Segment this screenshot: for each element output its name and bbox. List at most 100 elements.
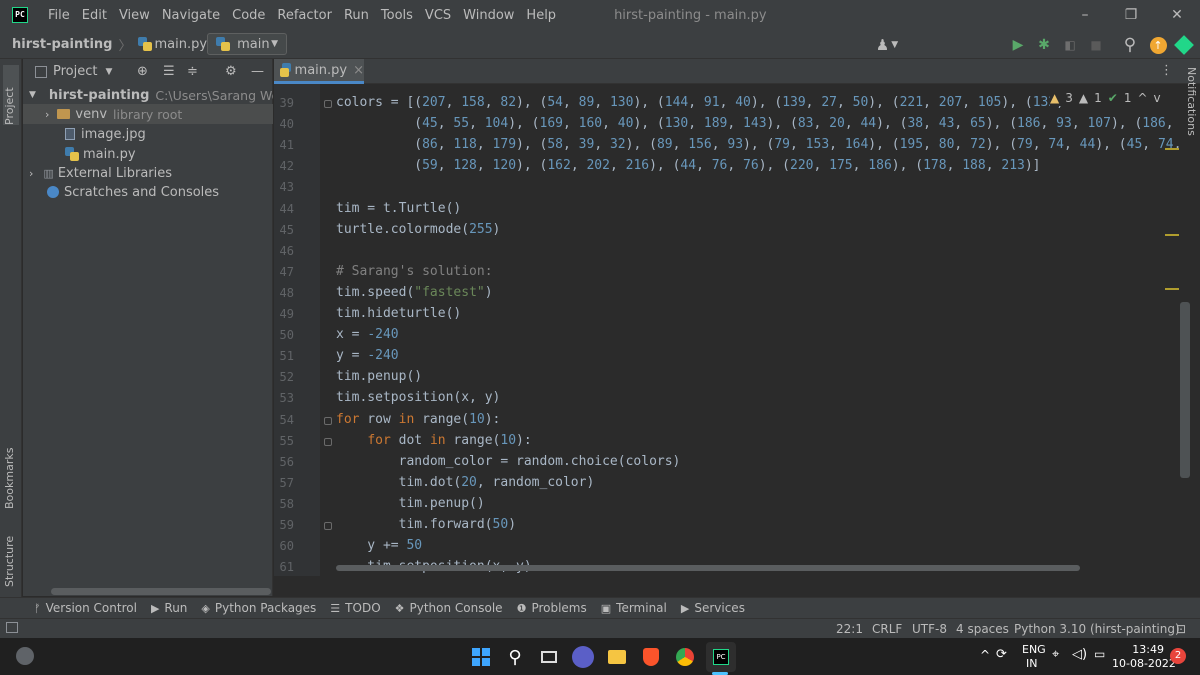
clock-date[interactable]: 10-08-2022 [1112, 657, 1176, 670]
network-icon[interactable]: ⌖ [1052, 647, 1059, 662]
user-icon[interactable]: ♟ ▼ [872, 35, 902, 55]
hide-panel-icon[interactable]: — [251, 64, 264, 79]
notifications-tool-tab[interactable]: Notifications [1182, 67, 1198, 153]
chat-icon[interactable] [572, 646, 594, 668]
tool-version-control[interactable]: ᚠ Version Control [34, 601, 137, 615]
breadcrumb-project[interactable]: hirst-painting [12, 37, 113, 52]
minimize-button[interactable]: – [1062, 0, 1108, 30]
sync-icon[interactable]: ⟳ [996, 647, 1007, 662]
error-stripe-mark[interactable] [1165, 148, 1179, 150]
tree-item-venv[interactable]: › venv library root [23, 104, 273, 124]
chevron-down-icon[interactable]: ▼ [105, 67, 112, 77]
update-icon[interactable]: ↑ [1148, 35, 1168, 55]
menu-file[interactable]: File [42, 8, 76, 23]
expand-all-icon[interactable]: ☰ [163, 64, 175, 79]
code-line[interactable]: colors = [(207, 158, 82), (54, 89, 130),… [336, 95, 1064, 110]
language-indicator[interactable]: ENG [1022, 643, 1046, 656]
stop-icon[interactable]: ■ [1086, 35, 1106, 55]
caret-position[interactable]: 22:1 [836, 622, 863, 636]
editor-horizontal-scrollbar[interactable] [336, 565, 1080, 571]
error-stripe-mark[interactable] [1165, 234, 1179, 236]
code-line[interactable]: tim.forward(50) [336, 517, 516, 532]
toggle-tool-windows-icon[interactable] [6, 622, 18, 633]
task-view-icon[interactable] [538, 646, 560, 668]
tab-main-py[interactable]: main.py × [274, 59, 364, 84]
coverage-icon[interactable]: ◧ [1060, 35, 1080, 55]
breadcrumb-file[interactable]: main.py [155, 37, 208, 52]
volume-icon[interactable]: ◁) [1072, 647, 1087, 662]
windows-start-icon[interactable] [470, 646, 492, 668]
error-stripe-mark[interactable] [1165, 288, 1179, 290]
code-line[interactable]: tim.dot(20, random_color) [336, 475, 595, 490]
chevron-up-icon[interactable]: ^ [1137, 91, 1147, 105]
brave-browser-icon[interactable] [640, 646, 662, 668]
code-line[interactable]: tim.speed("fastest") [336, 285, 493, 300]
locate-icon[interactable]: ⊕ [137, 64, 148, 79]
tool-python-console[interactable]: ❖ Python Console [395, 601, 503, 615]
fold-marker-icon[interactable] [324, 522, 332, 530]
tree-item-scratches[interactable]: Scratches and Consoles [23, 182, 273, 202]
code-line[interactable]: (86, 118, 179), (58, 39, 32), (89, 156, … [336, 137, 1200, 152]
menu-navigate[interactable]: Navigate [156, 8, 226, 23]
menu-help[interactable]: Help [520, 8, 562, 23]
tool-python-packages[interactable]: ◈ Python Packages [201, 601, 316, 615]
tool-todo[interactable]: ☰ TODO [330, 601, 380, 615]
menu-code[interactable]: Code [226, 8, 271, 23]
collapse-all-icon[interactable]: ≑ [187, 64, 198, 79]
menu-edit[interactable]: Edit [76, 8, 113, 23]
code-line[interactable]: turtle.colormode(255) [336, 222, 500, 237]
menu-refactor[interactable]: Refactor [271, 8, 338, 23]
pycharm-taskbar-icon[interactable]: PC [706, 642, 736, 672]
menu-tools[interactable]: Tools [375, 8, 419, 23]
code-line[interactable]: tim.hideturtle() [336, 306, 461, 321]
code-line[interactable]: tim.penup() [336, 496, 485, 511]
jetbrains-toolbox-icon[interactable] [1174, 35, 1194, 55]
file-explorer-icon[interactable] [606, 646, 628, 668]
weather-icon[interactable] [16, 647, 34, 665]
chevron-down-icon[interactable]: v [1154, 91, 1161, 105]
more-options-icon[interactable]: ⋮ [1160, 63, 1173, 78]
code-line[interactable]: # Sarang's solution: [336, 264, 493, 279]
python-interpreter[interactable]: Python 3.10 (hirst-painting) [1014, 622, 1180, 636]
menu-vcs[interactable]: VCS [419, 8, 457, 23]
close-tab-icon[interactable]: × [353, 63, 364, 78]
tree-item-external-libraries[interactable]: › ▥ External Libraries [23, 163, 273, 183]
tray-chevron-icon[interactable]: ^ [980, 648, 990, 662]
project-tool-tab[interactable]: Project [3, 65, 19, 125]
menu-window[interactable]: Window [457, 8, 520, 23]
code-line[interactable]: for row in range(10): [336, 412, 500, 427]
close-window-button[interactable]: ✕ [1154, 0, 1200, 30]
run-icon[interactable]: ▶ [1008, 35, 1028, 55]
code-line[interactable]: (45, 55, 104), (169, 160, 40), (130, 189… [336, 116, 1200, 131]
tree-item-project-root[interactable]: ▼ hirst-painting C:\Users\Sarang Work [23, 85, 273, 105]
tree-item-main-py[interactable]: main.py [23, 144, 273, 164]
debug-icon[interactable]: ✱ [1034, 35, 1054, 55]
code-line[interactable]: for dot in range(10): [336, 433, 531, 448]
gear-icon[interactable]: ⚙ [225, 64, 237, 79]
tool-services[interactable]: ▶ Services [681, 601, 745, 615]
code-line[interactable]: random_color = random.choice(colors) [336, 454, 681, 469]
code-line[interactable]: x = -240 [336, 327, 399, 342]
fold-marker-icon[interactable] [324, 100, 332, 108]
lock-icon[interactable]: ⊡ [1176, 622, 1186, 636]
structure-tool-tab[interactable]: Structure [3, 527, 19, 587]
tool-run[interactable]: ▶ Run [151, 601, 187, 615]
fold-marker-icon[interactable] [324, 416, 332, 425]
battery-icon[interactable]: ▭ [1094, 647, 1105, 661]
indent-setting[interactable]: 4 spaces [956, 622, 1009, 636]
menu-view[interactable]: View [113, 8, 156, 23]
fold-marker-icon[interactable] [324, 437, 332, 446]
inspection-widget[interactable]: ▲ 3 ▲ 1 ✔ 1 ^ v [1050, 90, 1180, 106]
code-line[interactable]: tim.setposition(x, y) [336, 390, 500, 405]
bookmarks-tool-tab[interactable]: Bookmarks [3, 439, 19, 509]
restore-button[interactable]: ❐ [1108, 0, 1154, 30]
search-icon[interactable]: ⚲ [1120, 35, 1140, 55]
tree-item-image[interactable]: image.jpg [23, 124, 273, 144]
file-encoding[interactable]: UTF-8 [912, 622, 947, 636]
tool-problems[interactable]: ❶ Problems [517, 601, 587, 615]
code-line[interactable]: tim = t.Turtle() [336, 201, 461, 216]
line-separator[interactable]: CRLF [872, 622, 902, 636]
menu-run[interactable]: Run [338, 8, 375, 23]
region-indicator[interactable]: IN [1026, 657, 1037, 670]
search-icon[interactable]: ⚲ [504, 646, 526, 668]
